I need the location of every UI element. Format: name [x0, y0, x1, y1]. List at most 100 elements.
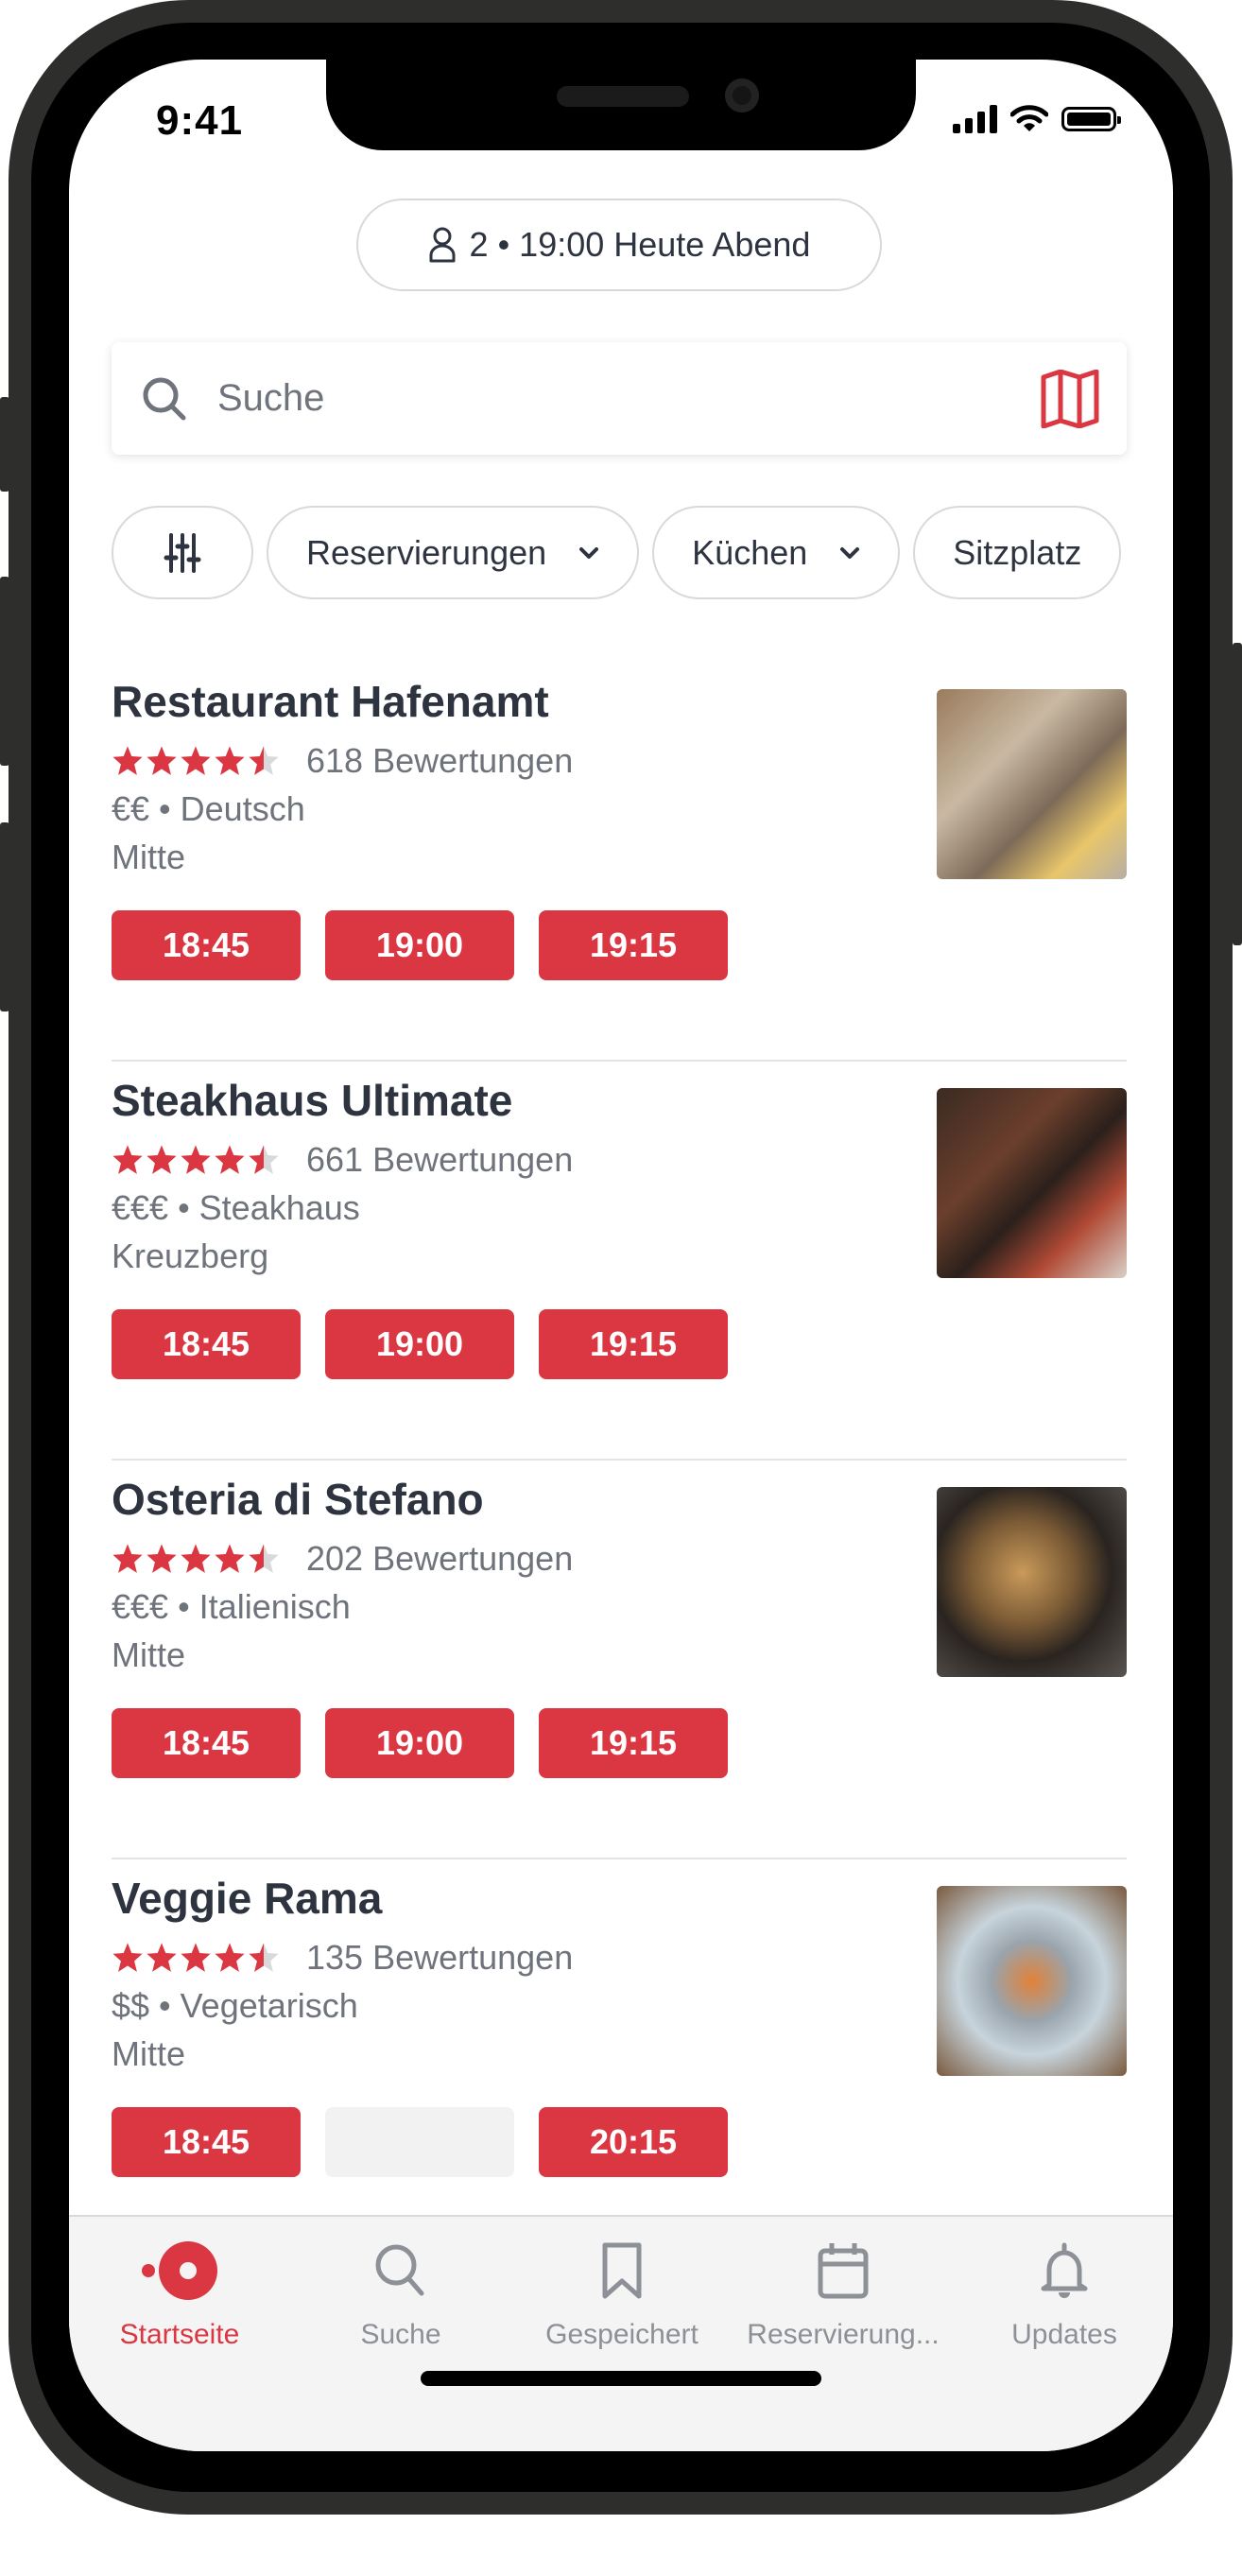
- restaurant-photo[interactable]: [937, 689, 1127, 879]
- filter-chip-cuisines[interactable]: Küchen: [652, 506, 901, 599]
- time-slot-button[interactable]: 19:15: [539, 1708, 728, 1778]
- review-count: 135 Bewertungen: [306, 1938, 574, 1977]
- side-button: [0, 397, 9, 492]
- star-icon: [112, 1145, 143, 1174]
- tab-updates[interactable]: Updates: [954, 2217, 1173, 2368]
- search-icon: [143, 377, 186, 420]
- time-slot-button[interactable]: 19:00: [325, 1708, 514, 1778]
- power-button: [1233, 643, 1242, 945]
- volume-up-button: [0, 577, 9, 766]
- party-time-label: 2 • 19:00 Heute Abend: [469, 225, 811, 264]
- battery-icon: [1061, 107, 1121, 131]
- search-bar[interactable]: [112, 342, 1127, 455]
- tab-home[interactable]: Startseite: [69, 2217, 290, 2368]
- filter-settings-chip[interactable]: [112, 506, 253, 599]
- price-cuisine: €€€ • Steakhaus: [112, 1188, 360, 1227]
- notch: [326, 60, 916, 150]
- star-rating: [112, 1543, 280, 1575]
- chevron-down-icon: [840, 546, 860, 559]
- star-icon: [249, 1544, 279, 1573]
- restaurant-rating: 618 Bewertungen: [112, 741, 573, 781]
- tab-bar: Startseite Suche Gespeichert Reservierung..…: [69, 2215, 1173, 2451]
- time-slot-unavailable: [325, 2107, 514, 2177]
- status-icons: [953, 105, 1121, 133]
- price-cuisine: €€€ • Italienisch: [112, 1587, 351, 1626]
- time-slot-button[interactable]: 19:00: [325, 1309, 514, 1379]
- star-icon: [215, 1943, 245, 1972]
- bookmark-icon: [599, 2236, 645, 2306]
- time-slot-button[interactable]: 19:15: [539, 910, 728, 980]
- sliders-icon: [164, 532, 201, 573]
- price-cuisine: $$ • Vegetarisch: [112, 1986, 358, 2025]
- restaurant-list-item[interactable]: Steakhaus Ultimate 661 Bewertungen €€€ •…: [112, 1062, 1127, 1461]
- time-slots: 18:45 20:15: [112, 2107, 728, 2177]
- time-slot-button[interactable]: 18:45: [112, 1708, 301, 1778]
- search-input[interactable]: [216, 376, 1040, 421]
- home-icon: [139, 2236, 220, 2306]
- star-icon: [215, 746, 245, 775]
- wifi-icon: [1010, 105, 1048, 131]
- star-rating: [112, 1144, 280, 1176]
- filter-chip-label: Reservierungen: [306, 532, 547, 572]
- star-icon: [249, 1145, 279, 1174]
- calendar-icon: [817, 2236, 870, 2306]
- star-icon: [181, 746, 211, 775]
- time-slot-button[interactable]: 18:45: [112, 2107, 301, 2177]
- star-icon: [147, 1544, 177, 1573]
- star-icon: [215, 1544, 245, 1573]
- tab-label: Gespeichert: [545, 2319, 699, 2350]
- time-slot-button[interactable]: 19:15: [539, 1309, 728, 1379]
- home-indicator[interactable]: [421, 2371, 821, 2386]
- bell-icon: [1040, 2236, 1089, 2306]
- volume-down-button: [0, 822, 9, 1011]
- restaurant-list-item[interactable]: Veggie Rama 135 Bewertungen $$ • Vegetar…: [112, 1859, 1127, 2258]
- party-time-selector[interactable]: 2 • 19:00 Heute Abend: [356, 199, 882, 291]
- restaurant-name[interactable]: Steakhaus Ultimate: [112, 1075, 512, 1126]
- cellular-signal-icon: [953, 105, 997, 133]
- price-cuisine: €€ • Deutsch: [112, 789, 305, 828]
- restaurant-photo[interactable]: [937, 1886, 1127, 2076]
- restaurant-rating: 661 Bewertungen: [112, 1140, 573, 1180]
- star-rating: [112, 1942, 280, 1974]
- filter-chip-seating[interactable]: Sitzplatz: [913, 506, 1122, 599]
- restaurant-list-item[interactable]: Restaurant Hafenamt 618 Bewertungen €€ •…: [112, 663, 1127, 1062]
- tab-reservations[interactable]: Reservierung...: [733, 2217, 954, 2368]
- time-slot-button[interactable]: 18:45: [112, 1309, 301, 1379]
- tab-label: Suche: [360, 2319, 441, 2350]
- restaurant-name[interactable]: Veggie Rama: [112, 1873, 382, 1924]
- map-icon[interactable]: [1040, 369, 1100, 428]
- time-slots: 18:45 19:00 19:15: [112, 1708, 728, 1778]
- tab-saved[interactable]: Gespeichert: [511, 2217, 733, 2368]
- tab-search[interactable]: Suche: [290, 2217, 511, 2368]
- star-icon: [112, 1544, 143, 1573]
- time-slot-button[interactable]: 20:15: [539, 2107, 728, 2177]
- time-slot-button[interactable]: 19:00: [325, 910, 514, 980]
- review-count: 618 Bewertungen: [306, 741, 574, 780]
- chevron-down-icon: [579, 546, 599, 559]
- speaker-grille: [557, 86, 689, 107]
- person-icon: [429, 227, 456, 263]
- search-icon: [372, 2236, 429, 2306]
- tab-label: Updates: [1011, 2319, 1117, 2350]
- neighborhood: Mitte: [112, 838, 186, 876]
- restaurant-photo[interactable]: [937, 1487, 1127, 1677]
- restaurant-list: Restaurant Hafenamt 618 Bewertungen €€ •…: [112, 663, 1127, 2258]
- time-slots: 18:45 19:00 19:15: [112, 1309, 728, 1379]
- filter-chip-label: Küchen: [692, 532, 808, 572]
- star-icon: [249, 746, 279, 775]
- restaurant-name[interactable]: Osteria di Stefano: [112, 1474, 484, 1525]
- time-slot-button[interactable]: 18:45: [112, 910, 301, 980]
- neighborhood: Kreuzberg: [112, 1236, 269, 1275]
- restaurant-name[interactable]: Restaurant Hafenamt: [112, 676, 549, 727]
- star-icon: [181, 1145, 211, 1174]
- star-rating: [112, 745, 280, 777]
- star-icon: [147, 1943, 177, 1972]
- star-icon: [181, 1943, 211, 1972]
- filter-chip-reservations[interactable]: Reservierungen: [267, 506, 640, 599]
- neighborhood: Mitte: [112, 2034, 186, 2073]
- restaurant-list-item[interactable]: Osteria di Stefano 202 Bewertungen €€€ •…: [112, 1461, 1127, 1859]
- neighborhood: Mitte: [112, 1635, 186, 1674]
- tab-label: Reservierung...: [747, 2319, 940, 2350]
- restaurant-photo[interactable]: [937, 1088, 1127, 1278]
- star-icon: [147, 746, 177, 775]
